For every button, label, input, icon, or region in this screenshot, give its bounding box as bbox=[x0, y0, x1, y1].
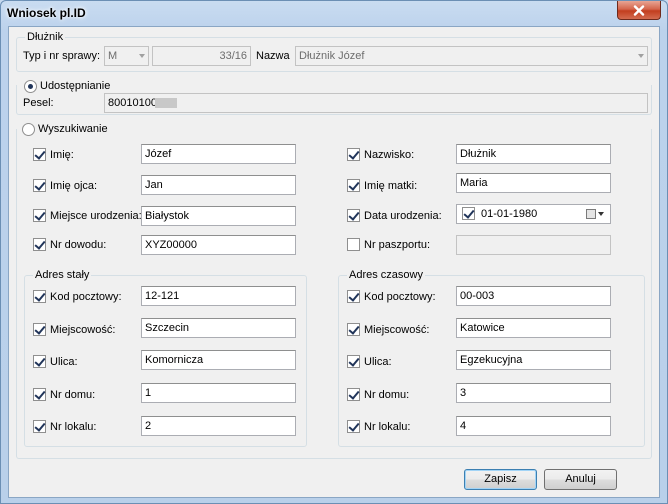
nr-paszportu-input[interactable] bbox=[456, 235, 611, 255]
typ-combo-value: M bbox=[108, 50, 118, 62]
staly-miejscowosc-input[interactable]: Szczecin bbox=[141, 318, 296, 338]
czasowy-nr-lokalu-label: Nr lokalu: bbox=[364, 421, 411, 433]
save-button[interactable]: Zapisz bbox=[464, 469, 537, 490]
staly-nr-lokalu-input[interactable]: 2 bbox=[141, 416, 296, 436]
imie-input[interactable]: Józef bbox=[141, 144, 296, 164]
miejsce-urodzenia-input[interactable]: Białystok bbox=[141, 206, 296, 226]
staly-miejscowosc-label: Miejscowość: bbox=[50, 324, 116, 336]
pesel-label: Pesel: bbox=[23, 97, 54, 109]
imie-matki-input[interactable]: Maria bbox=[456, 173, 611, 193]
dluznik-group-title: Dłużnik bbox=[25, 31, 66, 43]
nazwa-combo-value: Dłużnik Józef bbox=[299, 50, 365, 62]
miejsce-urodzenia-label: Miejsce urodzenia: bbox=[50, 210, 142, 222]
staly-nr-domu-input[interactable]: 1 bbox=[141, 383, 296, 403]
adres-staly-title: Adres stały bbox=[33, 269, 92, 281]
pesel-redaction bbox=[155, 98, 177, 108]
imie-checkbox[interactable] bbox=[33, 148, 46, 161]
imie-ojca-input[interactable]: Jan bbox=[141, 175, 296, 195]
staly-ulica-checkbox[interactable] bbox=[33, 355, 46, 368]
pesel-field[interactable]: 80010100 bbox=[104, 93, 648, 113]
calendar-icon[interactable] bbox=[586, 209, 596, 219]
czasowy-miejscowosc-checkbox[interactable] bbox=[347, 323, 360, 336]
nr-dowodu-label: Nr dowodu: bbox=[50, 239, 107, 251]
nr-dowodu-checkbox[interactable] bbox=[33, 238, 46, 251]
adres-czasowy-title: Adres czasowy bbox=[347, 269, 425, 281]
title-bar[interactable]: Wniosek pl.ID bbox=[1, 1, 667, 27]
nr-sprawy-field[interactable]: 33/16 bbox=[152, 46, 251, 66]
czasowy-miejscowosc-input[interactable]: Katowice bbox=[456, 318, 611, 338]
staly-kod-checkbox[interactable] bbox=[33, 290, 46, 303]
typ-label: Typ i nr sprawy: bbox=[23, 50, 101, 62]
czasowy-kod-input[interactable]: 00-003 bbox=[456, 286, 611, 306]
pesel-value: 80010100 bbox=[108, 97, 157, 109]
data-urodzenia-picker-checkbox[interactable] bbox=[462, 207, 475, 220]
czasowy-nr-domu-input[interactable]: 3 bbox=[456, 383, 611, 403]
imie-matki-checkbox[interactable] bbox=[347, 179, 360, 192]
close-button[interactable] bbox=[617, 1, 661, 20]
close-icon bbox=[633, 4, 645, 16]
nr-dowodu-input[interactable]: XYZ00000 bbox=[141, 235, 296, 255]
staly-kod-input[interactable]: 12-121 bbox=[141, 286, 296, 306]
czasowy-ulica-label: Ulica: bbox=[364, 356, 392, 368]
imie-matki-label: Imię matki: bbox=[364, 180, 418, 192]
staly-nr-domu-checkbox[interactable] bbox=[33, 388, 46, 401]
dialog-client: Dłużnik Typ i nr sprawy: M 33/16 Nazwa D… bbox=[8, 26, 660, 498]
nazwa-combo[interactable]: Dłużnik Józef bbox=[295, 46, 648, 66]
nazwa-label: Nazwa bbox=[256, 50, 290, 62]
nazwisko-label: Nazwisko: bbox=[364, 149, 415, 161]
czasowy-nr-domu-checkbox[interactable] bbox=[347, 388, 360, 401]
imie-ojca-label: Imię ojca: bbox=[50, 180, 98, 192]
chevron-down-icon[interactable] bbox=[598, 212, 604, 216]
czasowy-nr-domu-label: Nr domu: bbox=[364, 389, 410, 401]
data-urodzenia-checkbox[interactable] bbox=[347, 209, 360, 222]
czasowy-nr-lokalu-checkbox[interactable] bbox=[347, 420, 360, 433]
chevron-down-icon bbox=[139, 54, 145, 58]
imie-ojca-checkbox[interactable] bbox=[33, 179, 46, 192]
window-title: Wniosek pl.ID bbox=[7, 6, 86, 20]
nr-paszportu-label: Nr paszportu: bbox=[364, 239, 431, 251]
czasowy-nr-lokalu-input[interactable]: 4 bbox=[456, 416, 611, 436]
czasowy-ulica-checkbox[interactable] bbox=[347, 355, 360, 368]
nr-paszportu-checkbox[interactable] bbox=[347, 238, 360, 251]
imie-label: Imię: bbox=[50, 149, 74, 161]
data-urodzenia-label: Data urodzenia: bbox=[364, 210, 442, 222]
czasowy-miejscowosc-label: Miejscowość: bbox=[364, 324, 430, 336]
staly-nr-lokalu-label: Nr lokalu: bbox=[50, 421, 97, 433]
miejsce-urodzenia-checkbox[interactable] bbox=[33, 209, 46, 222]
staly-miejscowosc-checkbox[interactable] bbox=[33, 323, 46, 336]
data-urodzenia-picker[interactable]: 01-01-1980 bbox=[456, 204, 611, 224]
staly-ulica-label: Ulica: bbox=[50, 356, 78, 368]
staly-ulica-input[interactable]: Komornicza bbox=[141, 350, 296, 370]
dialog-window: Wniosek pl.ID Dłużnik Typ i nr sprawy: M… bbox=[0, 0, 668, 504]
typ-combo[interactable]: M bbox=[104, 46, 149, 66]
staly-nr-lokalu-checkbox[interactable] bbox=[33, 420, 46, 433]
nazwisko-checkbox[interactable] bbox=[347, 148, 360, 161]
cancel-button[interactable]: Anuluj bbox=[544, 469, 617, 490]
nazwisko-input[interactable]: Dłużnik bbox=[456, 144, 611, 164]
staly-kod-label: Kod pocztowy: bbox=[50, 291, 122, 303]
staly-nr-domu-label: Nr domu: bbox=[50, 389, 96, 401]
czasowy-kod-checkbox[interactable] bbox=[347, 290, 360, 303]
chevron-down-icon bbox=[638, 54, 644, 58]
data-urodzenia-value: 01-01-1980 bbox=[481, 208, 538, 220]
czasowy-ulica-input[interactable]: Egzekucyjna bbox=[456, 350, 611, 370]
czasowy-kod-label: Kod pocztowy: bbox=[364, 291, 436, 303]
